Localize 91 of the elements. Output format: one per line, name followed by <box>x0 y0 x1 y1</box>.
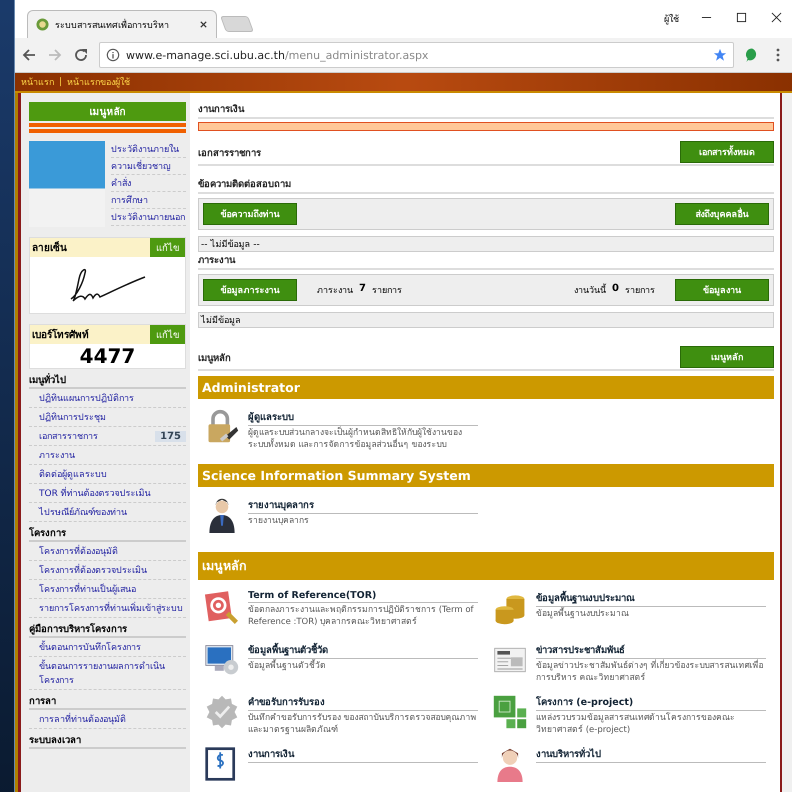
count-badge: 175 <box>155 430 186 442</box>
profile-link[interactable]: ความเชี่ยวชาญ <box>111 158 186 175</box>
count-unit: รายการ <box>372 285 402 297</box>
action-button[interactable]: ข้อความถึงท่าน <box>203 203 297 225</box>
target-icon <box>204 590 240 626</box>
action-button[interactable]: ส่งถึงบุคคลอื่น <box>675 203 769 225</box>
action-button[interactable]: เมนูหลัก <box>680 346 774 368</box>
menu-link[interactable]: ปฏิทินการประชุม <box>39 410 186 424</box>
menu-item-title[interactable]: ข้อมูลพื้นฐานตัวชี้วัด <box>248 642 478 659</box>
menu-link[interactable]: โครงการที่ต้องตรวจประเมิน <box>39 563 186 577</box>
tab-title: ระบบสารสนเทศเพื่อการบริหา <box>55 18 170 32</box>
site-logo-icon <box>36 18 49 31</box>
menu-item-description: ข้อมูลข่าวประชาสัมพันธ์ต่างๆ ที่เกี่ยวข้องระบบสารสนเทศเพื่อการบริหาร คณะวิทยาศาสตร์ <box>536 661 765 685</box>
menu-item-title[interactable]: งานบริหารทั่วไป <box>536 746 766 763</box>
section-title: เอกสารราชการ <box>198 146 262 160</box>
close-icon[interactable] <box>771 12 782 23</box>
nav-link[interactable]: หน้าแรกของผู้ใช้ <box>67 75 130 89</box>
profile-link[interactable]: ประวัติงานภายใน <box>111 141 186 158</box>
menu-item-title[interactable]: โครงการ (e-project) <box>536 694 766 711</box>
menu-item-title[interactable]: งานการเงิน <box>248 746 478 763</box>
reload-icon[interactable] <box>73 47 89 63</box>
section-banner: Administrator <box>198 376 774 399</box>
menu-item-title[interactable]: Term of Reference(TOR) <box>248 590 478 603</box>
menu-item-title[interactable]: ผู้ดูแลระบบ <box>248 409 478 426</box>
menu-link[interactable]: รายการโครงการที่ท่านเพิ่มเข้าสู่ระบบ <box>39 601 186 615</box>
seal-icon <box>204 694 240 730</box>
count-unit: รายการ <box>625 285 655 297</box>
menu-link[interactable]: โครงการที่ต้องอนุมัติ <box>39 544 186 558</box>
url-text: www.e-manage.sci.ubu.ac.th/menu_administrator.aspx <box>126 48 430 62</box>
profile-link[interactable]: คำสั่ง <box>111 175 186 192</box>
section-banner: เมนูหลัก <box>198 552 774 580</box>
menu-link[interactable]: ภาระงาน <box>39 448 186 462</box>
count-label: ภาระงาน <box>317 285 353 297</box>
menu-item-title[interactable]: ข้อมูลพื้นฐานงบประมาณ <box>536 590 766 607</box>
section-title: เมนูหลัก <box>198 352 232 364</box>
section-banner: Science Information Summary System <box>198 464 774 487</box>
scrollbar[interactable] <box>782 93 792 792</box>
menu-item-description: ข้อมูลพื้นฐานงบประมาณ <box>536 609 630 621</box>
menu-heading: เมนูทั่วไป <box>29 369 186 389</box>
nav-link[interactable]: หน้าแรก <box>21 75 54 89</box>
separator-text: | <box>59 77 62 87</box>
action-button[interactable]: ข้อมูลงาน <box>675 279 769 301</box>
close-icon[interactable] <box>199 20 208 29</box>
phone-number: 4477 <box>78 344 136 368</box>
blocks-icon <box>492 694 528 730</box>
empty-message: ไม่มีข้อมูล <box>198 312 774 328</box>
info-icon[interactable] <box>106 48 120 62</box>
menu-item-title[interactable]: คำขอรับการรับรอง <box>248 694 478 711</box>
count-value: 7 <box>359 283 366 296</box>
maximize-icon[interactable] <box>736 12 747 23</box>
empty-message: -- ไม่มีข้อมูล -- <box>198 236 774 252</box>
action-button[interactable]: ข้อมูลภาระงาน <box>203 279 297 301</box>
menu-link[interactable]: ไปรษณีย์ภัณฑ์ของท่าน <box>39 505 186 519</box>
profile-link[interactable]: ประวัติงานภายนอก <box>111 209 186 226</box>
count-label: งานวันนี้ <box>574 283 606 297</box>
box-label: ลายเซ็น <box>31 240 68 255</box>
menu-item-description: ข้อตกลงภาระงานและพฤติกรรมการปฏิบัติราชการ (Term of Reference :TOR) บุคลากรคณะวิทยาศาสตร์ <box>248 605 475 629</box>
address-bar[interactable]: www.e-manage.sci.ubu.ac.th/menu_administrator.aspx <box>99 42 734 68</box>
menu-link[interactable]: ขั้นตอนการบันทึกโครงการ <box>39 640 186 654</box>
menu-link[interactable]: การลาที่ท่านต้องอนุมัติ <box>39 712 186 726</box>
edit-button[interactable]: แก้ไข <box>150 238 185 257</box>
star-icon[interactable] <box>713 48 727 62</box>
menu-heading: โครงการ <box>29 522 186 542</box>
sidebar-title: เมนูหลัก <box>29 102 186 121</box>
menu-link[interactable]: ติดต่อผู้ดูแลระบบ <box>39 467 186 481</box>
menu-link[interactable]: โครงการที่ท่านเป็นผู้เสนอ <box>39 582 186 596</box>
section-title: งานการเงิน <box>198 103 246 116</box>
menu-item-description: รายงานบุคลากร <box>248 516 310 528</box>
menu-heading: ระบบลงเวลา <box>29 729 186 749</box>
menu-item-description: ผู้ดูแลระบบส่วนกลางจะเป็นผู้กำหนดสิทธิให้กับผู้ใช้งานของระบบทั้งหมด และการจัดการข้อมูลส่วนอื่นๆ ของระบบ <box>248 428 463 452</box>
menu-item-description: ข้อมูลพื้นฐานตัวชี้วัด <box>248 661 327 673</box>
back-arrow-icon[interactable] <box>21 47 37 63</box>
menu-heading: คู่มือการบริหารโครงการ <box>29 618 186 638</box>
action-button[interactable]: เอกสารทั้งหมด <box>680 141 774 163</box>
menu-item-description: บันทึกคำขอรับการรับรอง ของสถาบันบริการตรวจสอบคุณภาพและมาตรฐานผลิตภัณฑ์ <box>248 713 478 737</box>
profile-name[interactable]: ผู้ใช้ <box>664 12 679 26</box>
section-title: ภาระงาน <box>198 254 236 267</box>
menu-link[interactable]: TOR ที่ท่านต้องตรวจประเมิน <box>39 486 186 500</box>
menu-link[interactable]: ปฏิทินแผนการปฏิบัติการ <box>39 391 186 405</box>
menu-link[interactable]: เอกสารราชการ <box>39 429 156 443</box>
menu-link[interactable]: ขั้นตอนการรายงานผลการดำเนินโครงการ <box>39 659 186 687</box>
edit-button[interactable]: แก้ไข <box>150 325 185 344</box>
menu-item-title[interactable]: รายงานบุคลากร <box>248 497 478 514</box>
count-value: 0 <box>612 283 619 296</box>
profile-link[interactable]: การศึกษา <box>111 192 186 209</box>
section-title: ข้อความติดต่อสอบถาม <box>198 178 292 191</box>
menu-item-title[interactable]: ข่าวสารประชาสัมพันธ์ <box>536 642 766 659</box>
menu-heading: การลา <box>29 690 186 710</box>
browser-tab[interactable]: ระบบสารสนเทศเพื่อการบริหา <box>27 10 217 38</box>
box-label: เบอร์โทรศัพท์ <box>31 328 90 342</box>
menu-item-description: แหล่งรวบรวมข้อมูลสารสนเทศด้านโครงการของคณะวิทยาศาสตร์ (e-project) <box>536 713 736 737</box>
